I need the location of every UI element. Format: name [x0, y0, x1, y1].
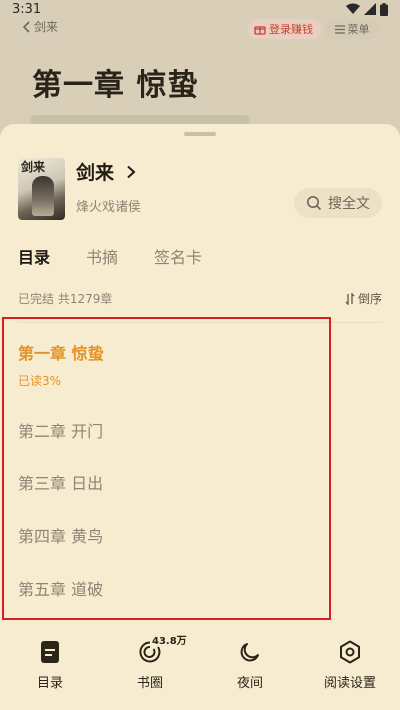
book-title: 剑来: [76, 162, 115, 184]
nav-reading-settings[interactable]: 阅读设置: [300, 630, 400, 710]
cover-caption: 剑来: [21, 160, 46, 174]
wifi-icon: [346, 3, 360, 14]
nav-book-circle[interactable]: 43.8万 书圈: [100, 630, 200, 710]
cover-figure: [32, 176, 54, 216]
book-author: 烽火戏诸侯: [76, 200, 142, 215]
search-fulltext-button[interactable]: 搜全文: [294, 188, 382, 218]
status-time: 3:31: [12, 1, 42, 17]
nav-label: 目录: [36, 676, 63, 691]
chevron-left-icon: [22, 20, 30, 33]
sheet-drag-handle[interactable]: [184, 132, 216, 136]
menu-button[interactable]: 菜单: [324, 19, 380, 39]
nav-night-mode[interactable]: 夜间: [200, 630, 300, 710]
highlight-annotation-box: [2, 317, 331, 620]
signal-icon: [364, 3, 376, 15]
reader-chapter-heading: 第一章 惊蛰: [32, 68, 199, 103]
settings-icon: [338, 640, 362, 664]
sort-label: 倒序: [357, 292, 382, 306]
nav-label: 书圈: [136, 676, 163, 691]
book-title-link[interactable]: 剑来: [76, 158, 138, 185]
status-icons: [346, 2, 388, 16]
back-button[interactable]: 剑来: [22, 18, 58, 35]
catalog-icon: [38, 640, 62, 664]
moon-icon: [238, 640, 262, 664]
book-circle-count-badge: 43.8万: [152, 636, 187, 647]
login-earn-label: 登录赚钱: [269, 23, 313, 36]
menu-icon: [334, 24, 345, 34]
sort-icon: [345, 292, 355, 305]
catalog-meta: 已完结 共1279章 倒序: [18, 290, 382, 307]
nav-label: 阅读设置: [323, 676, 376, 691]
nav-catalog[interactable]: 目录: [0, 630, 100, 710]
bottom-nav: 目录 43.8万 书圈 夜间 阅读设置: [0, 630, 400, 710]
nav-label: 夜间: [236, 676, 263, 691]
search-label: 搜全文: [328, 196, 370, 212]
reader-topbar: 剑来 登录赚钱 菜单: [0, 18, 400, 40]
search-icon: [307, 196, 322, 211]
battery-icon: [380, 2, 388, 16]
status-bar: 3:31: [0, 0, 400, 18]
tab-excerpts[interactable]: 书摘: [86, 244, 118, 268]
tab-signature-cards[interactable]: 签名卡: [154, 244, 202, 268]
gift-icon: [254, 26, 266, 35]
chevron-right-icon: [127, 165, 136, 178]
menu-label: 菜单: [347, 23, 370, 36]
sheet-tabs: 目录 书摘 签名卡: [18, 244, 238, 268]
tab-catalog[interactable]: 目录: [18, 244, 50, 268]
book-cover[interactable]: 剑来: [18, 158, 65, 220]
sort-button[interactable]: 倒序: [345, 290, 382, 307]
back-label: 剑来: [34, 20, 59, 34]
login-earn-button[interactable]: 登录赚钱: [248, 19, 321, 39]
catalog-status: 已完结 共1279章: [18, 292, 113, 306]
